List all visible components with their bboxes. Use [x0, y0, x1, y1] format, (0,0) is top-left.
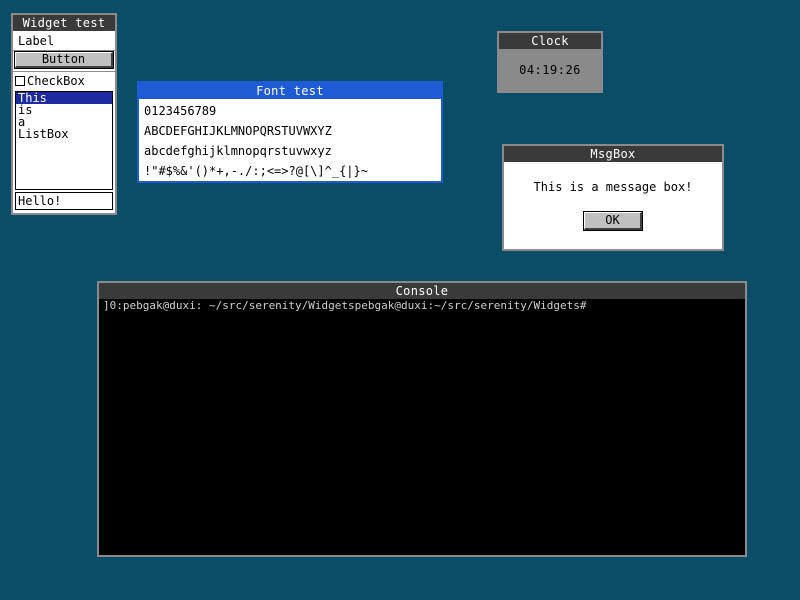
ok-button[interactable]: OK [583, 211, 643, 231]
msgbox-message: This is a message box! [533, 180, 693, 194]
widget-test-titlebar[interactable]: Widget test [13, 15, 115, 31]
divider [13, 50, 115, 51]
console-window[interactable]: Console ]0:pebgak@duxi: ~/src/serenity/W… [97, 281, 747, 557]
font-sample-symbols: !"#$%&'()*+,-./:;<=>?@[\]^_{|}~ [144, 164, 368, 178]
console-titlebar[interactable]: Console [99, 283, 745, 299]
list-item[interactable]: is [16, 104, 112, 116]
msgbox-titlebar[interactable]: MsgBox [504, 146, 722, 162]
label-widget: Label [18, 34, 55, 48]
clock-content: 04:19:26 [499, 49, 601, 91]
divider [13, 71, 115, 72]
font-sample-digits: 0123456789 [144, 104, 217, 118]
widget-test-content: Label Button CheckBox This is a ListBox … [13, 31, 115, 213]
clock-titlebar[interactable]: Clock [499, 33, 601, 49]
font-test-window[interactable]: Font test 0123456789 ABCDEFGHIJKLMNOPQRS… [137, 81, 443, 183]
font-sample-uppercase: ABCDEFGHIJKLMNOPQRSTUVWXYZ [144, 124, 332, 138]
clock-window[interactable]: Clock 04:19:26 [497, 31, 603, 93]
msgbox-window[interactable]: MsgBox This is a message box! OK [502, 144, 724, 251]
console-output[interactable]: ]0:pebgak@duxi: ~/src/serenity/Widgetspe… [99, 299, 745, 313]
button-widget[interactable]: Button [14, 51, 114, 69]
font-test-content: 0123456789 ABCDEFGHIJKLMNOPQRSTUVWXYZ ab… [139, 99, 441, 181]
widget-test-window[interactable]: Widget test Label Button CheckBox This i… [11, 13, 117, 215]
msgbox-content: This is a message box! OK [504, 162, 722, 249]
font-sample-lowercase: abcdefghijklmnopqrstuvwxyz [144, 144, 332, 158]
checkbox-widget[interactable]: CheckBox [15, 73, 113, 89]
checkbox-square-icon[interactable] [15, 76, 25, 86]
textbox-widget[interactable]: Hello! [15, 192, 113, 210]
checkbox-label: CheckBox [27, 74, 85, 88]
font-test-titlebar[interactable]: Font test [139, 83, 441, 99]
listbox-widget[interactable]: This is a ListBox [15, 91, 113, 190]
list-item[interactable]: ListBox [16, 128, 112, 140]
clock-time: 04:19:26 [519, 63, 581, 77]
